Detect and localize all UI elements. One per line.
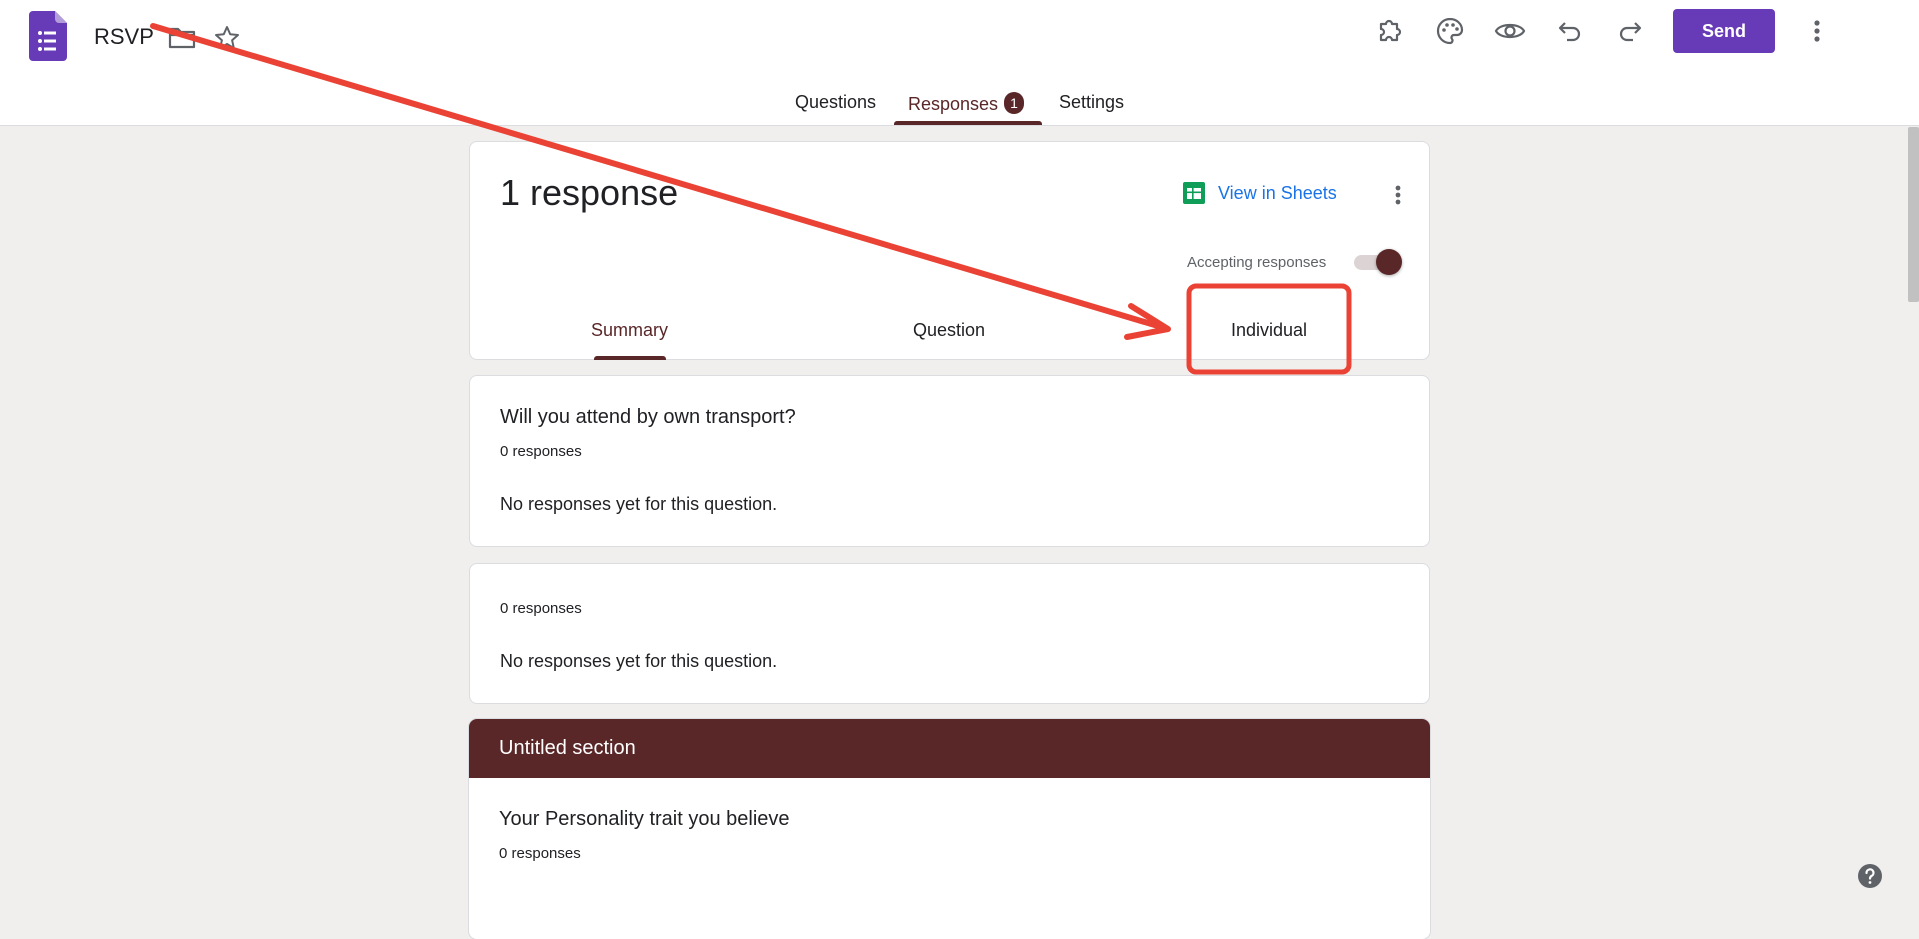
question-summary-card: 0 responses No responses yet for this qu…	[469, 563, 1430, 704]
view-in-sheets-link[interactable]: View in Sheets	[1182, 181, 1337, 205]
response-count-heading: 1 response	[500, 172, 679, 213]
active-tab-indicator	[894, 121, 1042, 125]
responses-summary-card: 1 response View in Sheets Accepting resp…	[469, 141, 1430, 360]
responses-count-badge: 1	[1004, 92, 1025, 114]
section-header: Untitled section	[469, 719, 1430, 778]
more-vert-icon[interactable]	[1802, 14, 1832, 48]
more-vert-icon[interactable]	[1386, 180, 1410, 210]
send-button[interactable]: Send	[1673, 9, 1775, 53]
preview-eye-icon[interactable]	[1493, 14, 1527, 48]
question-response-count: 0 responses	[499, 845, 581, 862]
active-subtab-indicator	[594, 356, 666, 360]
document-title[interactable]: RSVP	[94, 24, 154, 50]
subtab-summary[interactable]: Summary	[591, 320, 668, 341]
no-responses-message: No responses yet for this question.	[500, 651, 778, 671]
question-title: Will you attend by own transport?	[500, 406, 796, 428]
palette-icon[interactable]	[1433, 14, 1467, 48]
no-responses-message: No responses yet for this question.	[500, 494, 778, 514]
section-title: Untitled section	[499, 737, 636, 759]
tab-questions[interactable]: Questions	[795, 92, 876, 113]
tab-responses-label: Responses	[908, 94, 999, 114]
app-header: RSVP Send Questions Responses 1 Settings	[0, 0, 1919, 126]
question-response-count: 0 responses	[500, 600, 582, 617]
tab-responses[interactable]: Responses 1	[908, 92, 1025, 115]
view-in-sheets-label: View in Sheets	[1218, 182, 1337, 203]
form-tabs: Questions Responses 1 Settings	[0, 86, 1919, 126]
accepting-responses-label: Accepting responses	[1187, 254, 1327, 271]
page-scrollbar[interactable]	[1908, 127, 1919, 302]
redo-icon[interactable]	[1613, 14, 1647, 48]
section-card: Untitled section Your Personality trait …	[469, 719, 1430, 939]
help-icon[interactable]	[1856, 862, 1884, 890]
undo-icon[interactable]	[1553, 14, 1587, 48]
sheets-icon	[1183, 182, 1205, 204]
toggle-thumb[interactable]	[1376, 249, 1402, 275]
star-icon[interactable]	[213, 24, 241, 52]
addon-puzzle-icon[interactable]	[1373, 14, 1407, 48]
subtab-individual[interactable]: Individual	[1231, 320, 1307, 341]
tab-settings[interactable]: Settings	[1059, 92, 1124, 113]
question-summary-card: Will you attend by own transport? 0 resp…	[469, 375, 1430, 547]
question-response-count: 0 responses	[500, 443, 582, 460]
folder-icon[interactable]	[168, 25, 196, 49]
question-title: Your Personality trait you believe	[499, 808, 790, 830]
forms-logo-icon[interactable]	[29, 11, 67, 61]
subtab-question[interactable]: Question	[913, 320, 985, 341]
